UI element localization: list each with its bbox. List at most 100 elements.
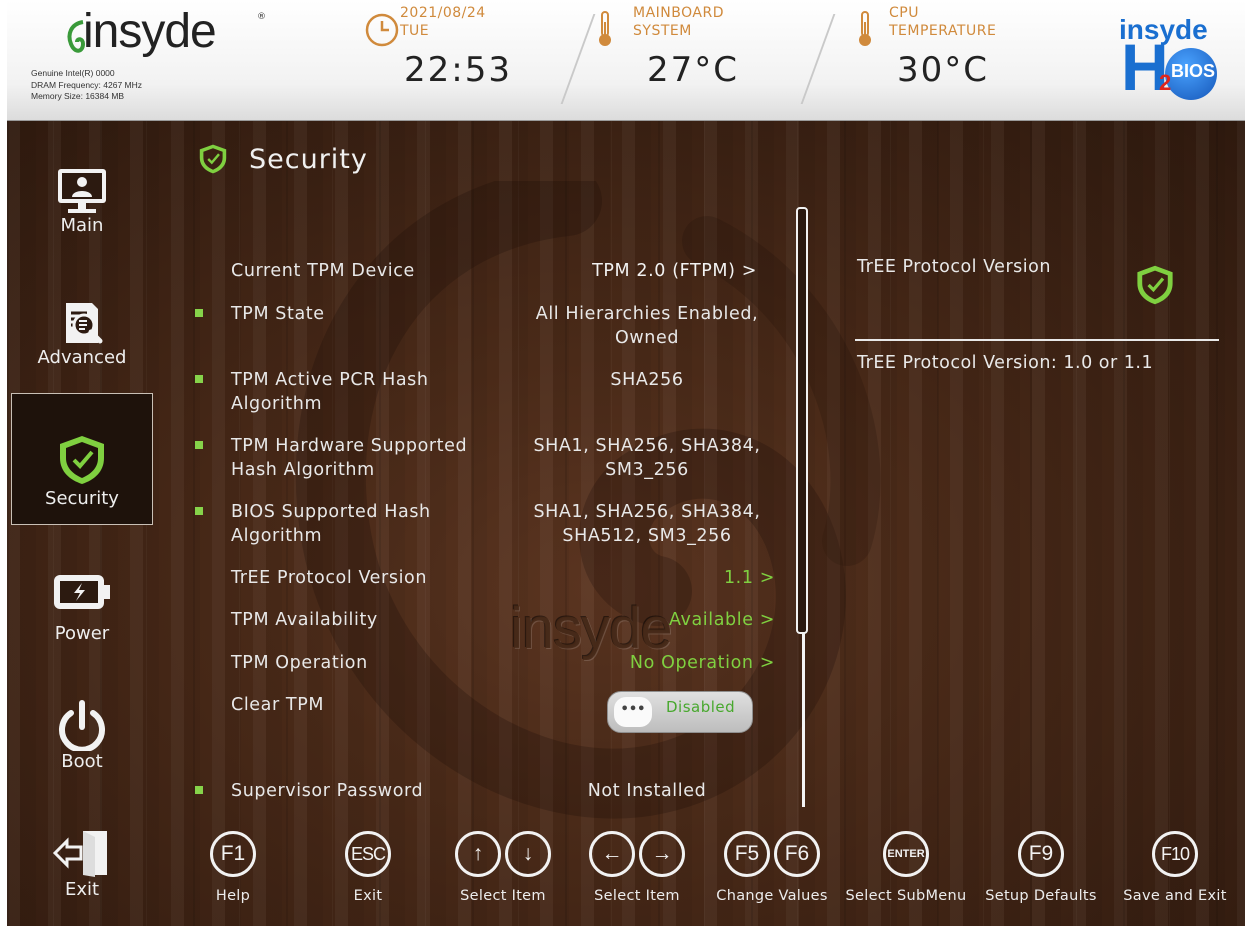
setting-value: TPM 2.0 (FTPM) > [592,261,757,281]
nav-power[interactable]: Power [11,571,153,661]
help-text: TrEE Protocol Version: 1.0 or 1.1 [857,353,1154,373]
memory-size: Memory Size: 16384 MB [31,91,125,101]
setting-tpm-state: TPM State All Hierarchies Enabled, Owned [187,302,787,352]
arrow-down-icon: ↓ [505,831,551,877]
setting-label: Current TPM Device [231,261,415,281]
cpu-sublabel: TEMPERATURE [889,23,997,39]
esc-key-icon: ESC [345,831,391,877]
f10-key-icon: F10 [1152,831,1198,877]
insyde-h2o-logo: insyde H BIOS 2 [1119,14,1223,106]
nav-advanced-label: Advanced [37,347,127,368]
setting-label: TPM Availability [231,610,378,630]
setting-tree-protocol-version[interactable]: TrEE Protocol Version 1.1 > [187,566,787,594]
power-icon [59,700,105,751]
key-label: Save and Exit [1123,888,1227,904]
page-title-text: Security [249,143,368,175]
setting-tpm-operation[interactable]: TPM Operation No Operation > [187,651,787,679]
setting-value: All Hierarchies Enabled, Owned [535,304,759,348]
clock-icon [365,13,399,47]
registered-mark: ® [257,12,266,22]
info-bullet-icon [195,507,203,515]
key-f10-save-exit[interactable]: F10 Save and Exit [1121,831,1229,904]
setting-value: 1.1 > [723,568,775,588]
arrow-right-icon: → [639,831,685,877]
key-enter-submenu[interactable]: ENTER Select SubMenu [845,831,967,904]
setting-label: TPM State [231,304,325,324]
info-bullet-icon [195,375,203,383]
arrow-up-icon: ↑ [455,831,501,877]
nav-main[interactable]: Main [11,167,153,257]
mainboard-label: MAINBOARD [633,5,724,21]
cpu-label: CPU [889,5,919,21]
mainboard-sublabel: SYSTEM [633,23,692,39]
setting-value: SHA1, SHA256, SHA384, SM3_256 [533,436,761,480]
key-f1-help[interactable]: F1 Help [203,831,263,904]
key-label: Change Values [716,888,828,904]
nav-exit-label: Exit [64,879,100,900]
key-up-down-select[interactable]: ↑ ↓ Select Item [443,831,563,904]
key-label: Exit [353,888,383,904]
monitor-user-icon [58,169,106,213]
setting-tpm-active-pcr-hash: TPM Active PCR Hash Algorithm SHA256 [187,368,787,418]
f1-key-icon: F1 [210,831,256,877]
help-title: TrEE Protocol Version [857,257,1051,277]
mainboard-temp-value: 27°C [647,50,740,90]
setting-value: Not Installed [587,781,707,801]
setting-label: TPM Hardware Supported Hash Algorithm [231,436,468,480]
key-label: Help [215,888,251,904]
setting-value: SHA1, SHA256, SHA384, SHA512, SM3_256 [533,502,761,546]
setting-value: Available > [668,610,775,630]
info-bullet-icon [195,786,203,794]
key-label: Select Item [460,888,546,904]
setting-supervisor-password[interactable]: Supervisor Password Not Installed [187,779,787,807]
nav-main-label: Main [60,215,104,236]
nav-security-label: Security [45,488,119,509]
nav-power-label: Power [54,623,110,644]
battery-icon [54,575,110,609]
f5-key-icon: F5 [724,831,770,877]
setting-clear-tpm[interactable]: Clear TPM ••• Disabled [187,691,787,733]
brand-sub-text: 2 [1159,70,1172,95]
help-divider [855,339,1219,341]
setting-label: Clear TPM [231,695,325,715]
dram-frequency: DRAM Frequency: 4267 MHz [31,79,143,90]
top-bar: insyde ® Genuine Intel(R) 0000 DRAM Freq… [7,0,1245,121]
toggle-state-label: Disabled [666,698,736,716]
nav-boot[interactable]: Boot [11,699,153,789]
nav-security[interactable]: Security [11,393,153,525]
brand-bios-text: BIOS [1171,61,1216,81]
exit-door-icon [52,831,107,877]
shield-check-icon [199,144,227,174]
key-left-right-select[interactable]: ← → Select Item [577,831,697,904]
key-label: Select SubMenu [845,888,967,904]
toggle-knob[interactable]: ••• [614,697,652,727]
nav-advanced[interactable]: Advanced [11,299,153,389]
time-text: 22:53 [404,50,512,90]
setting-value: No Operation > [629,653,775,673]
f6-key-icon: F6 [774,831,820,877]
key-f9-defaults[interactable]: F9 Setup Defaults [981,831,1101,904]
enter-key-icon: ENTER [883,831,929,877]
cpu-temp-value: 30°C [897,50,990,90]
setting-bios-supported-hash: BIOS Supported Hash Algorithm SHA1, SHA2… [187,500,787,550]
setting-current-tpm-device[interactable]: Current TPM Device TPM 2.0 (FTPM) > [187,259,787,287]
main-area: insyde Main Advanced Security Power Boot… [7,121,1245,926]
logo-text: insyde [83,5,217,58]
key-esc-exit[interactable]: ESC Exit [338,831,398,904]
key-label: Select Item [594,888,680,904]
key-label: Setup Defaults [985,888,1097,904]
setting-label: TrEE Protocol Version [231,568,428,588]
nav-exit[interactable]: Exit [11,827,153,917]
setting-tpm-availability[interactable]: TPM Availability Available > [187,608,787,636]
header-divider [560,14,596,104]
shield-check-icon [1137,265,1173,305]
thermometer-icon [599,11,611,46]
clear-tpm-toggle[interactable]: ••• Disabled [607,691,753,733]
key-f5-f6-change[interactable]: F5 F6 Change Values [712,831,832,904]
setting-label: BIOS Supported Hash Algorithm [231,502,431,546]
insyde-swirl-icon [67,20,85,53]
system-info: Genuine Intel(R) 0000 DRAM Frequency: 42… [31,68,142,103]
scrollbar-thumb[interactable] [796,207,808,634]
shield-check-icon [60,436,104,484]
weekday-text: TUE [400,23,430,39]
